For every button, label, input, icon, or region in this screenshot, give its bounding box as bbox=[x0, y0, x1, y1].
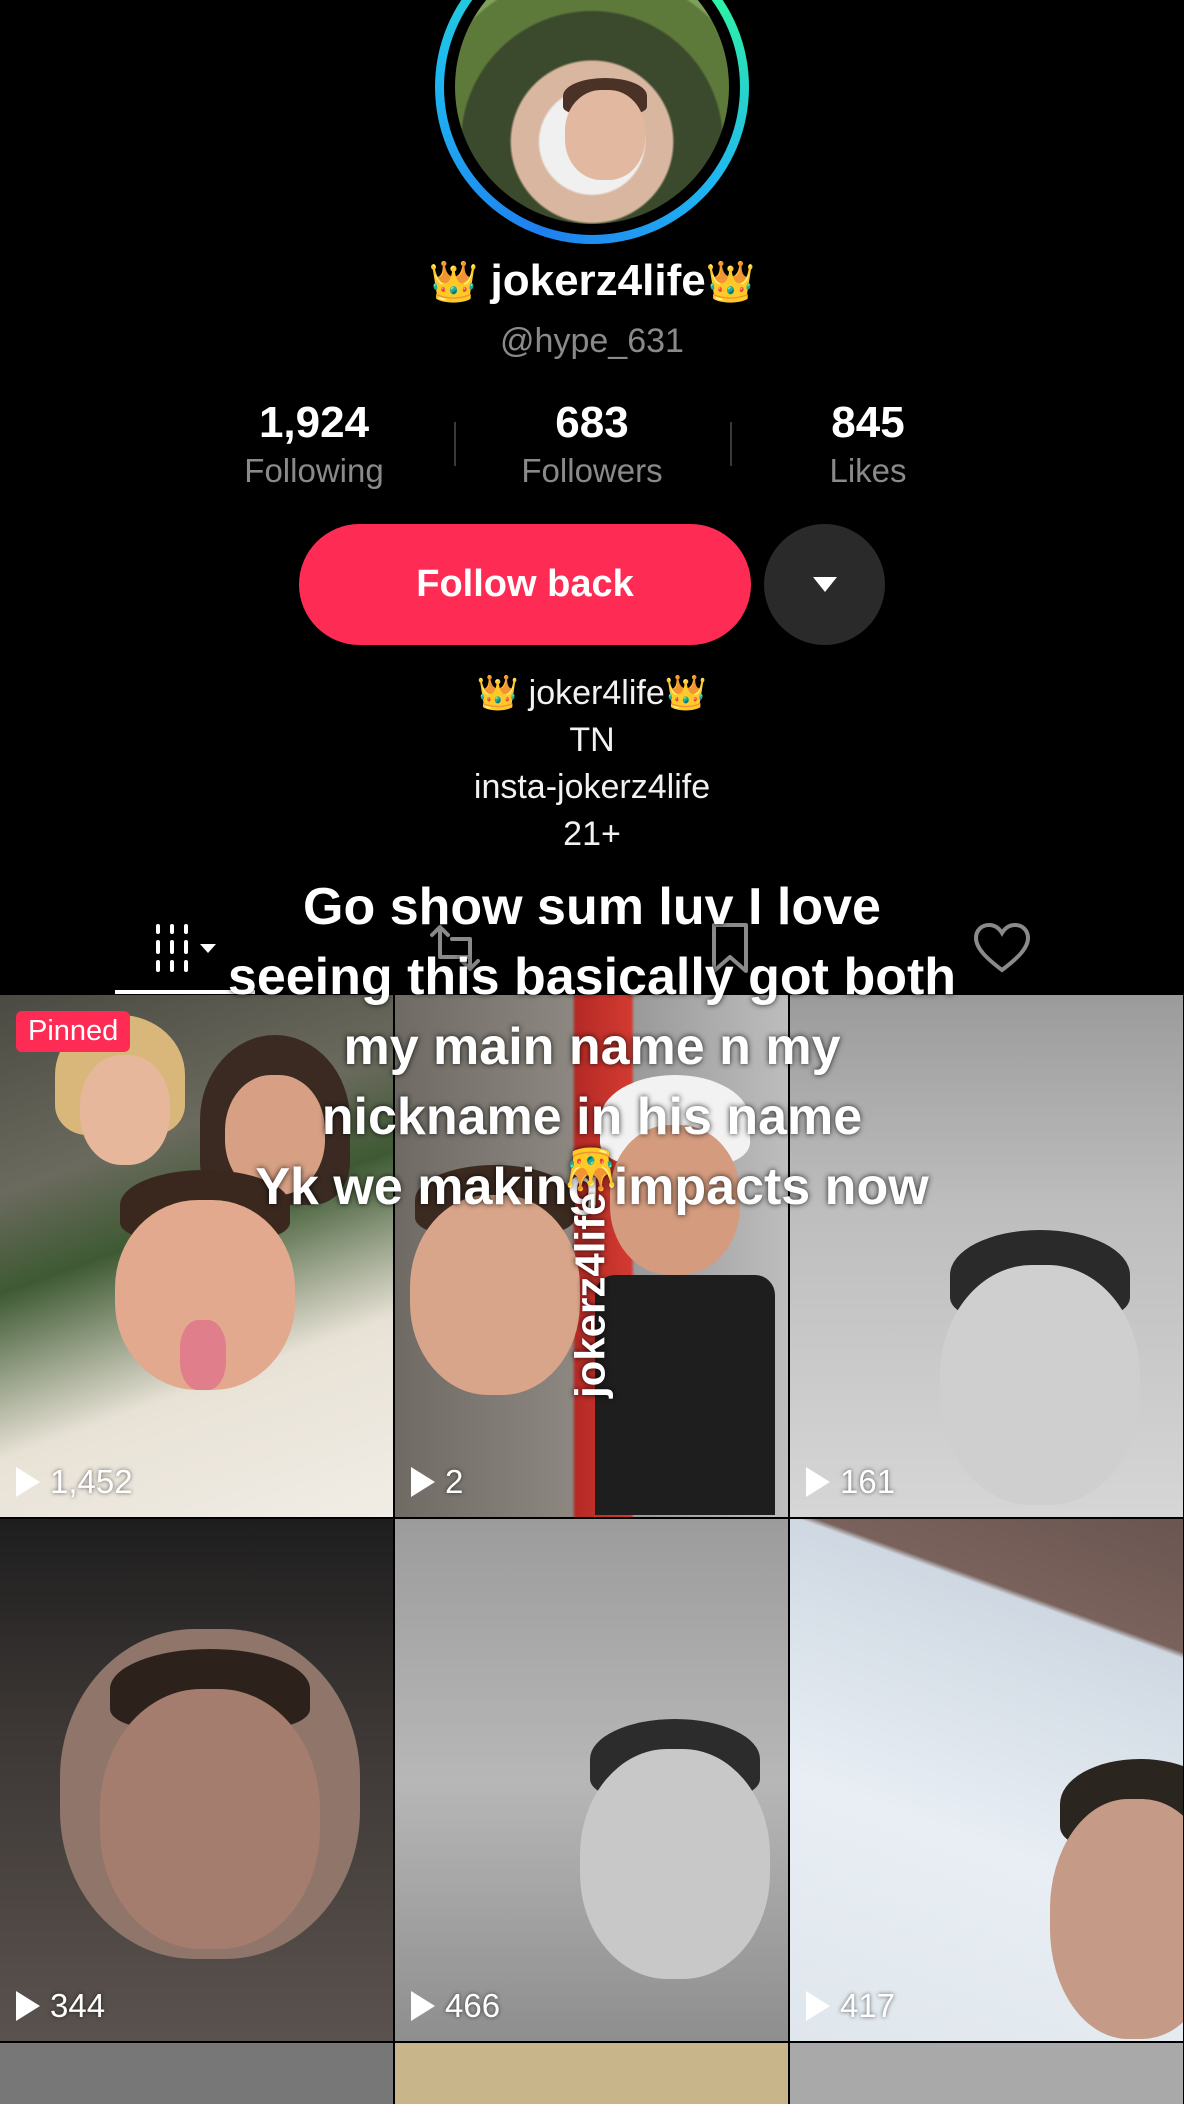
view-count-text: 417 bbox=[840, 1987, 896, 2024]
person-face bbox=[100, 1689, 320, 1949]
view-count: 417 bbox=[806, 1987, 895, 2025]
play-icon bbox=[806, 1991, 830, 2021]
play-icon bbox=[16, 1467, 40, 1497]
stat-divider bbox=[454, 422, 456, 466]
play-icon bbox=[806, 1467, 830, 1497]
stat-following[interactable]: 1,924 Following bbox=[214, 398, 414, 490]
play-icon bbox=[16, 1991, 40, 2021]
person-face bbox=[1050, 1799, 1183, 2039]
bio-line: TN bbox=[569, 721, 615, 759]
play-icon bbox=[411, 1991, 435, 2021]
stat-likes[interactable]: 845 Likes bbox=[768, 398, 968, 490]
suggested-accounts-button[interactable] bbox=[764, 524, 885, 645]
view-count: 161 bbox=[806, 1463, 895, 1501]
view-count: 1,452 bbox=[16, 1463, 133, 1501]
vertical-name-tag: jokerz4life👑 bbox=[566, 1141, 614, 1399]
view-count: 344 bbox=[16, 1987, 105, 2025]
view-count-text: 161 bbox=[840, 1463, 896, 1500]
profile-stats: 1,924 Following 683 Followers 845 Likes bbox=[0, 398, 1184, 498]
caption-line: seeing this basically got both bbox=[227, 948, 957, 1006]
view-count-text: 1,452 bbox=[50, 1463, 133, 1500]
follow-back-button[interactable]: Follow back bbox=[299, 524, 751, 645]
video-tile[interactable] bbox=[790, 2043, 1183, 2104]
stat-followers[interactable]: 683 Followers bbox=[492, 398, 692, 490]
shirt bbox=[595, 1275, 775, 1515]
stat-value: 845 bbox=[831, 398, 905, 447]
display-name-text: jokerz4life bbox=[490, 256, 706, 305]
bio-line: 👑 joker4life👑 bbox=[476, 674, 708, 712]
caption-line: my main name n my bbox=[343, 1018, 841, 1076]
person-face bbox=[580, 1749, 770, 1979]
profile-avatar[interactable] bbox=[435, 0, 749, 244]
username: @hype_631 bbox=[500, 322, 684, 360]
view-count-text: 344 bbox=[50, 1987, 106, 2024]
stat-label: Likes bbox=[829, 452, 907, 489]
crown-icon: 👑 bbox=[705, 260, 756, 304]
caret-down-icon bbox=[812, 577, 837, 592]
view-count-text: 2 bbox=[445, 1463, 464, 1500]
video-tile[interactable]: 417 bbox=[790, 1519, 1183, 2041]
caption-line: Go show sum luv I love bbox=[303, 878, 881, 936]
profile-bio: 👑 joker4life👑 TN insta-jokerz4life 21+ bbox=[0, 670, 1184, 858]
bio-line: insta-jokerz4life bbox=[473, 768, 711, 806]
play-icon bbox=[411, 1467, 435, 1497]
video-tile[interactable]: 344 bbox=[0, 1519, 393, 2041]
avatar-face bbox=[565, 90, 645, 180]
stat-value: 683 bbox=[555, 398, 629, 447]
video-tile[interactable] bbox=[0, 2043, 393, 2104]
tongue bbox=[180, 1320, 226, 1390]
crown-icon: 👑 bbox=[428, 260, 479, 304]
stat-label: Followers bbox=[521, 452, 663, 489]
video-tile[interactable] bbox=[395, 2043, 788, 2104]
stat-label: Following bbox=[244, 452, 384, 489]
bio-line: 21+ bbox=[563, 815, 621, 853]
view-count: 2 bbox=[411, 1463, 463, 1501]
view-count-text: 466 bbox=[445, 1987, 501, 2024]
stat-value: 1,924 bbox=[258, 398, 370, 447]
view-count: 466 bbox=[411, 1987, 500, 2025]
person-face bbox=[940, 1265, 1140, 1505]
video-tile[interactable]: 466 bbox=[395, 1519, 788, 2041]
stat-divider bbox=[730, 422, 732, 466]
person-face bbox=[410, 1195, 580, 1395]
display-name: 👑 jokerz4life👑 bbox=[0, 256, 1184, 306]
